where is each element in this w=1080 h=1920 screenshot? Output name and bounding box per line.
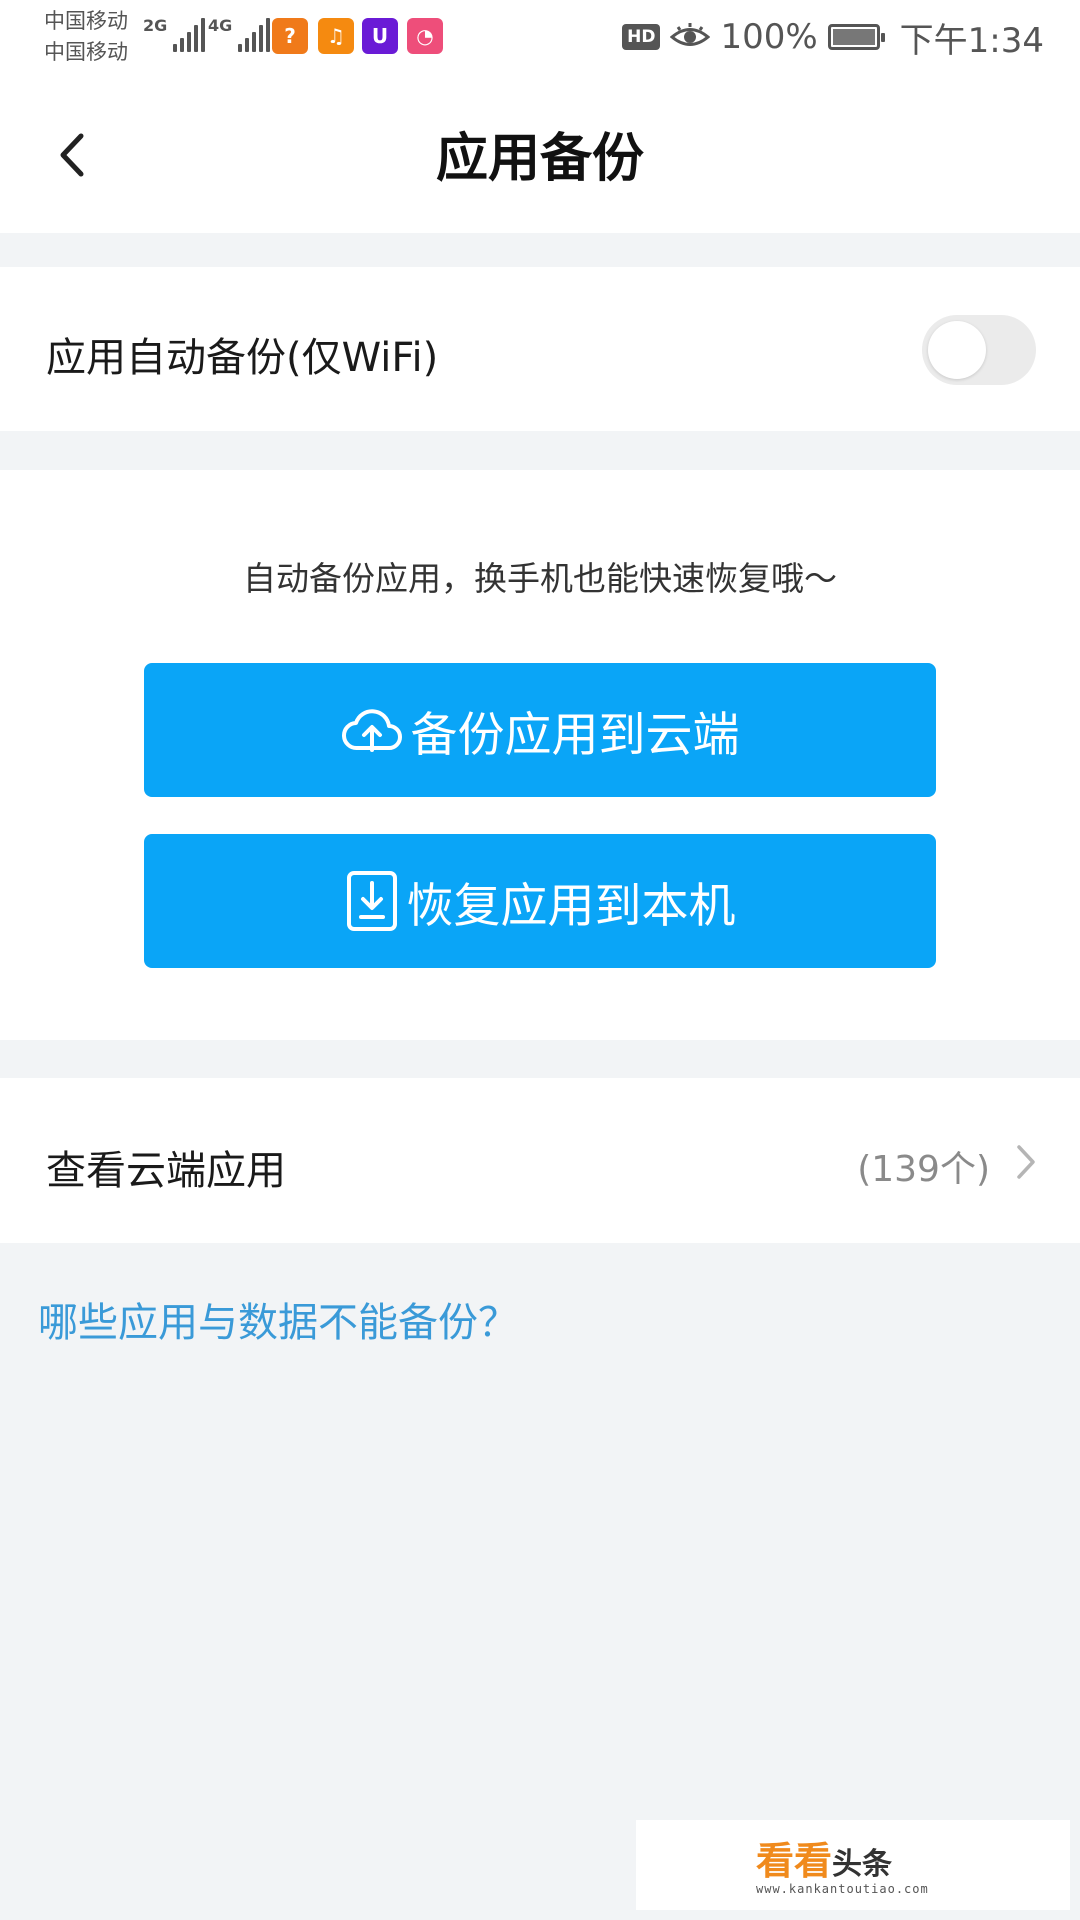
backup-panel: 自动备份应用，换手机也能快速恢复哦～ 备份应用到云端 恢复应用到本机 bbox=[0, 470, 1080, 1040]
chevron-right-icon bbox=[1017, 1145, 1035, 1179]
eye-comfort-icon bbox=[670, 23, 711, 46]
cloud-upload-icon bbox=[341, 709, 402, 752]
unsupported-backup-faq-link[interactable]: 哪些应用与数据不能备份？ bbox=[38, 1290, 518, 1348]
auto-backup-row: 应用自动备份(仅WiFi) bbox=[0, 267, 1080, 431]
carrier-2: 中国移动 bbox=[44, 40, 128, 64]
page-title: 应用备份 bbox=[435, 129, 644, 189]
backup-description: 自动备份应用，换手机也能快速恢复哦～ bbox=[243, 559, 837, 598]
tap-app-icon: ? bbox=[272, 18, 308, 54]
restore-to-device-button[interactable]: 恢复应用到本机 bbox=[144, 834, 936, 968]
phone-download-icon bbox=[346, 871, 397, 931]
cloud-apps-row[interactable]: 查看云端应用 (139个) bbox=[0, 1078, 1080, 1243]
status-bar: 中国移动 中国移动 2G 4G ? ♫ U ◔ HD 100% 下午1:34 bbox=[0, 0, 1080, 78]
battery-percent: 100% bbox=[720, 17, 818, 57]
signal-2g-icon: 2G bbox=[143, 16, 206, 52]
backup-to-cloud-label: 备份应用到云端 bbox=[410, 707, 740, 763]
signal-4g-icon: 4G bbox=[208, 16, 271, 52]
cloud-apps-label: 查看云端应用 bbox=[46, 1148, 286, 1194]
pink-app-icon: ◔ bbox=[407, 18, 443, 54]
u-app-icon: U bbox=[362, 18, 398, 54]
auto-backup-toggle[interactable] bbox=[922, 315, 1036, 385]
clock: 下午1:34 bbox=[899, 20, 1044, 61]
auto-backup-label: 应用自动备份(仅WiFi) bbox=[46, 335, 439, 381]
backup-to-cloud-button[interactable]: 备份应用到云端 bbox=[144, 663, 936, 797]
carrier-1: 中国移动 bbox=[44, 9, 128, 33]
kuaishou-icon: ♫ bbox=[318, 18, 354, 54]
app-header: 应用备份 bbox=[0, 78, 1080, 233]
cloud-apps-count: (139个) bbox=[857, 1149, 990, 1190]
restore-to-device-label: 恢复应用到本机 bbox=[406, 878, 736, 934]
watermark: 看看头条 www.kankantoutiao.com bbox=[636, 1820, 1070, 1910]
battery-icon bbox=[827, 24, 885, 50]
toggle-knob bbox=[928, 321, 986, 379]
watermark-logo: 看看头条 bbox=[756, 1839, 893, 1883]
carrier-names: 中国移动 中国移动 bbox=[44, 6, 128, 68]
status-right: HD 100% 下午1:34 bbox=[622, 14, 1044, 61]
hd-icon: HD bbox=[622, 24, 661, 50]
watermark-url: www.kankantoutiao.com bbox=[756, 1882, 929, 1896]
